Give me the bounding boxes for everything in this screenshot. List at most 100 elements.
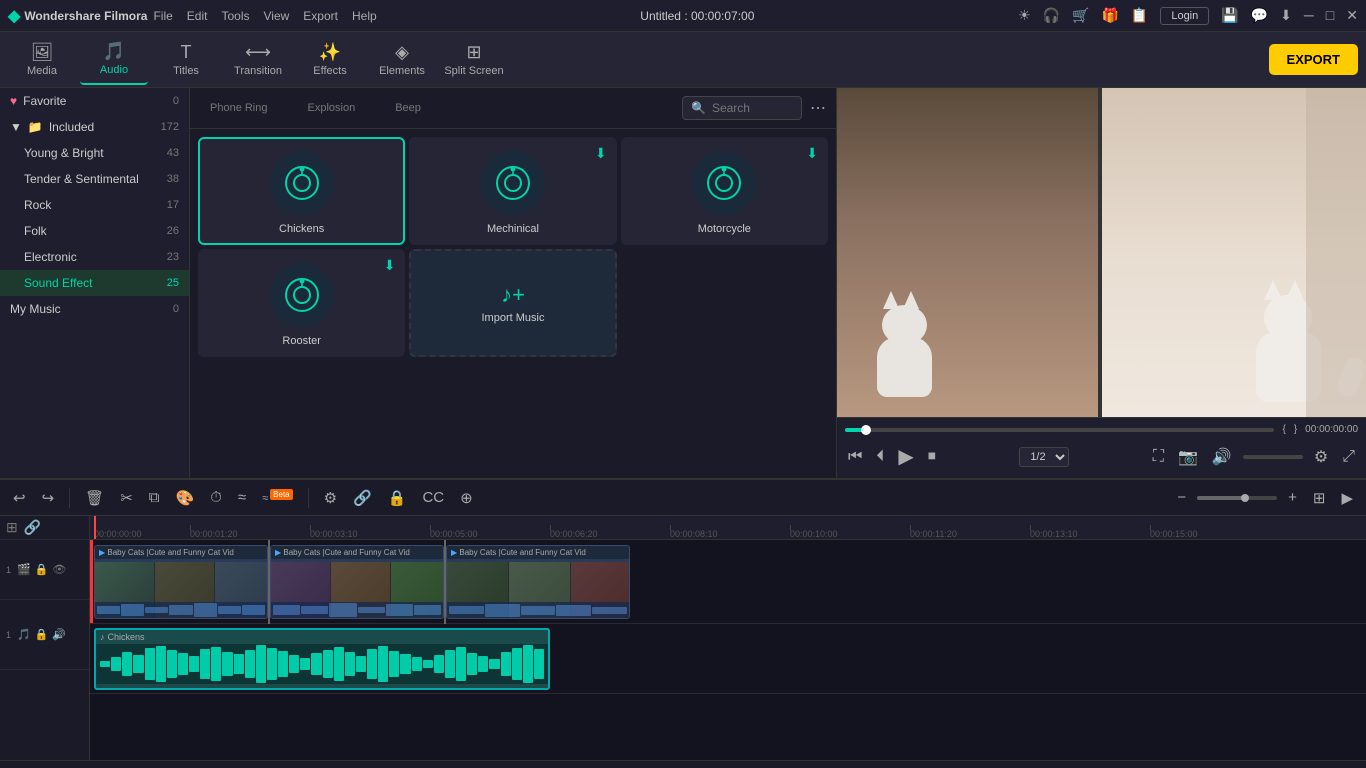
zoom-in-track[interactable]: ⊕ (455, 486, 478, 510)
audio-card-mechinical[interactable]: ⬇ Mechinical (409, 137, 616, 245)
sidebar-item-included[interactable]: ▼ 📁 Included 172 (0, 114, 189, 140)
grid-options-icon[interactable]: ⋯ (810, 98, 826, 118)
clipboard-icon[interactable]: 📋 (1131, 7, 1148, 24)
preview-video (837, 88, 1366, 417)
headphone-icon[interactable]: 🎧 (1043, 7, 1060, 24)
sidebar-item-electronic[interactable]: Electronic 23 (0, 244, 189, 270)
ruler-mark-0: 00:00:00:00 (94, 529, 142, 539)
brightness-icon[interactable]: ☀ (1018, 7, 1031, 24)
download-icon[interactable]: ⬇ (1280, 7, 1292, 24)
app-logo: ◆ Wondershare Filmora (8, 6, 147, 26)
ruler-mark-2: 00:00:03:10 (310, 529, 358, 539)
subtitle-button[interactable]: CC (417, 486, 449, 509)
toolbar-titles[interactable]: T Titles (152, 35, 220, 85)
delete-button[interactable]: 🗑 (80, 486, 109, 510)
stop-button[interactable]: ⏹ (925, 445, 939, 469)
skip-back-button[interactable]: ⏮ (845, 445, 865, 469)
toolbar-effects[interactable]: ✨ Effects (296, 35, 364, 85)
save-icon[interactable]: 💾 (1221, 7, 1238, 24)
col-label-phone-ring: Phone Ring (210, 102, 268, 114)
volume-icon[interactable]: 🔊 (1209, 444, 1235, 470)
video-lock-icon[interactable]: 🔒 (35, 563, 49, 576)
toolbar-transition[interactable]: ⟷ Transition (224, 35, 292, 85)
export-button[interactable]: EXPORT (1269, 44, 1358, 75)
sidebar-item-folk[interactable]: Folk 26 (0, 218, 189, 244)
snap-button[interactable]: ⚙ (319, 486, 342, 510)
motorcycle-download-icon[interactable]: ⬇ (806, 145, 818, 162)
minimize-button[interactable]: ─ (1304, 7, 1314, 24)
main-area: ♥ Favorite 0 ▼ 📁 Included 172 Young & Br… (0, 88, 1366, 478)
audio-card-chickens[interactable]: Chickens (198, 137, 405, 245)
expand-timeline[interactable]: ▶ (1336, 486, 1358, 510)
audio-adjust-button[interactable]: ≈ (233, 486, 251, 509)
link-button[interactable]: 🔗 (348, 486, 377, 510)
audio-card-import[interactable]: ♪+ Import Music (409, 249, 616, 357)
toolbar-media[interactable]: 🖼 Media (8, 35, 76, 85)
rooster-download-icon[interactable]: ⬇ (384, 257, 396, 274)
audio-card-rooster[interactable]: ⬇ Rooster (198, 249, 405, 357)
frame-back-button[interactable]: ⏴ (873, 445, 887, 469)
duration-button[interactable]: ⏱ (205, 486, 227, 509)
cut-button[interactable]: ✂ (115, 486, 138, 510)
link-tracks-icon[interactable]: 🔗 (24, 519, 41, 536)
zoom-out-button[interactable]: − (1172, 486, 1191, 509)
audio-lock-icon[interactable]: 🔒 (35, 628, 49, 641)
sidebar-item-favorite[interactable]: ♥ Favorite 0 (0, 88, 189, 114)
progress-bar[interactable] (845, 428, 1274, 432)
maximize-button[interactable]: □ (1326, 7, 1334, 24)
play-button[interactable]: ▶ (895, 441, 916, 472)
video-eye-icon[interactable]: 👁 (52, 563, 66, 576)
fullscreen-icon[interactable]: ⛶ (1150, 445, 1167, 469)
video-clip-2[interactable]: ▶ Baby Cats |Cute and Funny Cat Vid (270, 545, 444, 619)
volume-slider[interactable] (1243, 455, 1303, 459)
notification-icon[interactable]: 💬 (1251, 7, 1268, 24)
toolbar-audio[interactable]: 🎵 Audio (80, 35, 148, 85)
sidebar-item-sound-effect[interactable]: Sound Effect 25 (0, 270, 189, 296)
beta-button[interactable]: ≈Beta (257, 487, 298, 508)
menu-view[interactable]: View (264, 9, 290, 23)
bracket-end-icon: } (1294, 424, 1297, 435)
menu-tools[interactable]: Tools (221, 9, 249, 23)
menu-edit[interactable]: Edit (187, 9, 208, 23)
search-box[interactable]: 🔍 (682, 96, 802, 120)
cart-icon[interactable]: 🛒 (1072, 7, 1089, 24)
audio-mute-icon[interactable]: 🔊 (52, 628, 66, 641)
mechinical-download-icon[interactable]: ⬇ (595, 145, 607, 162)
zoom-slider[interactable] (1197, 496, 1277, 500)
audio-clip-chickens[interactable]: ♪ Chickens (94, 628, 550, 690)
fit-button[interactable]: ⊞ (1308, 486, 1331, 510)
sidebar-item-my-music[interactable]: My Music 0 (0, 296, 189, 322)
video-clip-1[interactable]: ▶ Baby Cats |Cute and Funny Cat Vid (94, 545, 268, 619)
copy-button[interactable]: ⧉ (144, 486, 165, 509)
timeline-scrollbar[interactable] (0, 760, 1366, 768)
zoom-in-button[interactable]: + (1283, 486, 1302, 509)
sidebar-item-tender[interactable]: Tender & Sentimental 38 (0, 166, 189, 192)
sidebar-item-rock[interactable]: Rock 17 (0, 192, 189, 218)
screenshot-icon[interactable]: 📷 (1175, 444, 1201, 470)
undo-button[interactable]: ↩ (8, 486, 31, 510)
menu-export[interactable]: Export (303, 9, 338, 23)
page-controls: 1/2 (1019, 447, 1069, 467)
add-track-icon[interactable]: ⊞ (6, 519, 18, 536)
progress-knob[interactable] (861, 425, 871, 435)
menu-help[interactable]: Help (352, 9, 377, 23)
tender-label: Tender & Sentimental (24, 172, 139, 186)
title-bar: ◆ Wondershare Filmora File Edit Tools Vi… (0, 0, 1366, 32)
search-input[interactable] (712, 101, 792, 115)
toolbar-elements[interactable]: ◈ Elements (368, 35, 436, 85)
settings-icon[interactable]: ⚙ (1311, 444, 1331, 470)
effects-timeline-button[interactable]: 🎨 (171, 486, 200, 510)
expand-icon[interactable]: ⤢ (1339, 445, 1358, 469)
page-selector[interactable]: 1/2 (1019, 447, 1069, 467)
gift-icon[interactable]: 🎁 (1101, 7, 1118, 24)
login-button[interactable]: Login (1160, 7, 1209, 25)
toolbar-split-screen[interactable]: ⊞ Split Screen (440, 35, 508, 85)
lock-button[interactable]: 🔒 (383, 486, 412, 510)
audio-card-motorcycle[interactable]: ⬇ Motorcycle (621, 137, 828, 245)
redo-button[interactable]: ↪ (37, 486, 60, 510)
menu-file[interactable]: File (153, 9, 172, 23)
sidebar-item-young-bright[interactable]: Young & Bright 43 (0, 140, 189, 166)
video-clip-3[interactable]: ▶ Baby Cats |Cute and Funny Cat Vid (446, 545, 630, 619)
close-button[interactable]: ✕ (1346, 7, 1358, 24)
rock-count: 17 (167, 199, 179, 211)
